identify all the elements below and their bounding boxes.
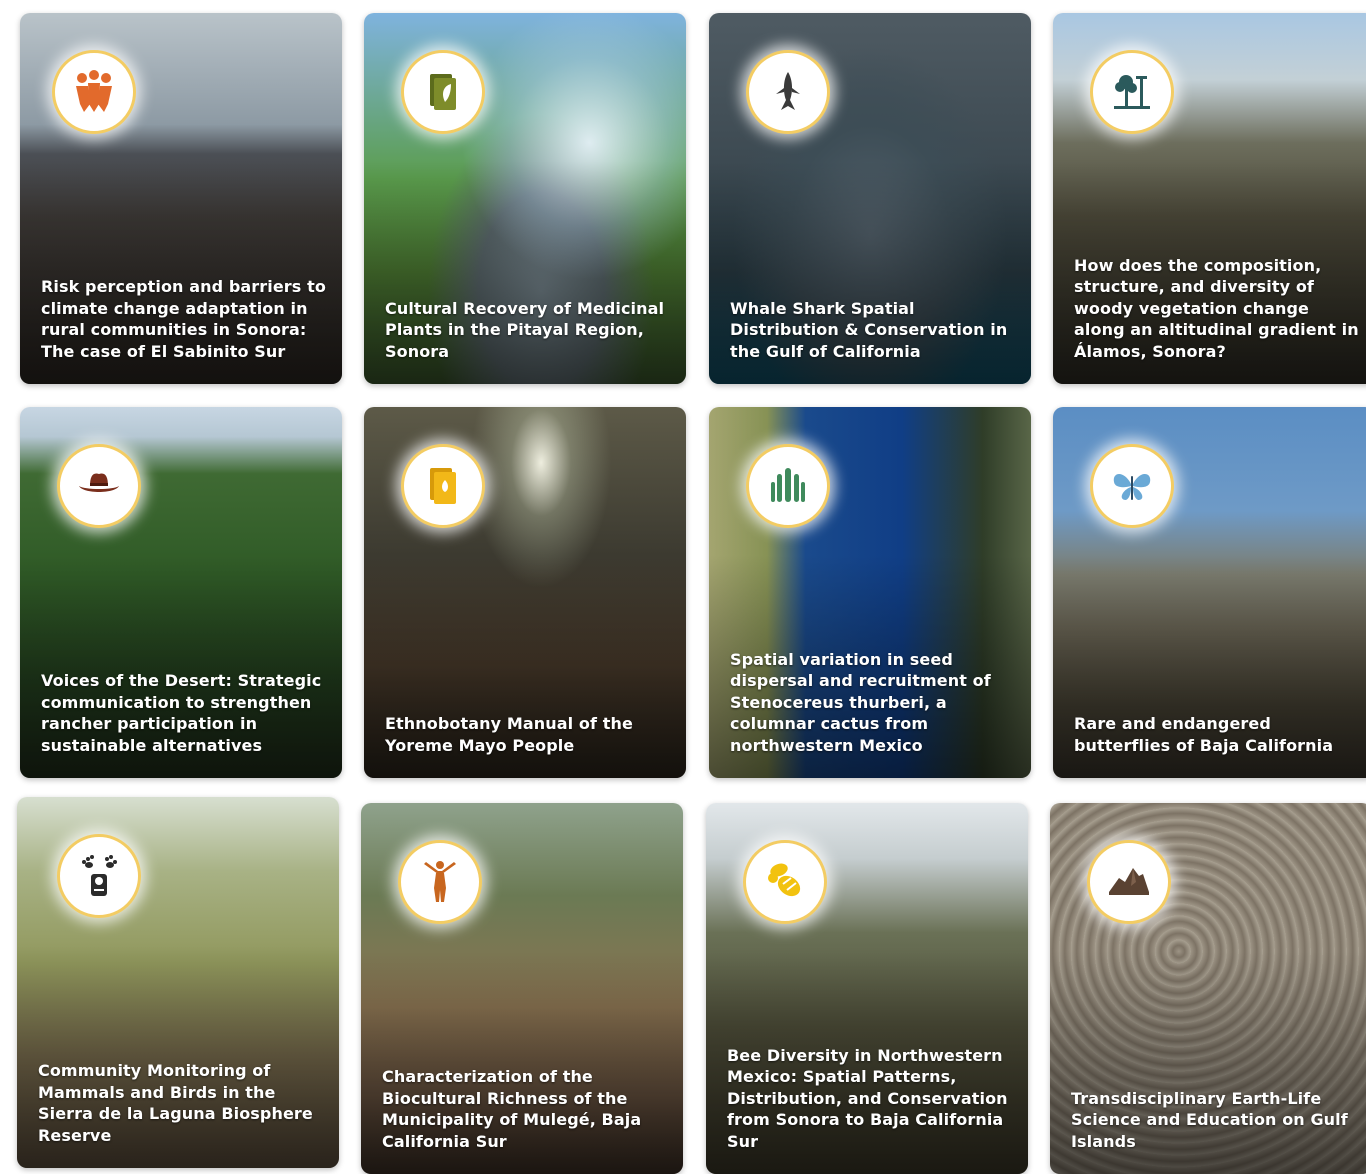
bee-icon	[743, 840, 827, 924]
island-rock-icon	[1087, 840, 1171, 924]
project-card[interactable]: Community Monitoring of Mammals and Bird…	[17, 797, 339, 1168]
tree-gradient-icon	[1090, 50, 1174, 134]
project-card[interactable]: Cultural Recovery of Medicinal Plants in…	[364, 13, 686, 384]
project-card[interactable]: Rare and endangered butterflies of Baja …	[1053, 407, 1366, 778]
card-title: Transdisciplinary Earth-Life Science and…	[1071, 1088, 1348, 1151]
card-title: Community Monitoring of Mammals and Bird…	[38, 1061, 313, 1145]
cowboy-hat-icon	[57, 444, 141, 528]
card-title: Cultural Recovery of Medicinal Plants in…	[385, 298, 665, 361]
project-card[interactable]: How does the composition, structure, and…	[1053, 13, 1366, 384]
cactus-icon	[746, 444, 830, 528]
project-card[interactable]: Risk perception and barriers to climate …	[20, 13, 342, 384]
plant-book-icon	[401, 50, 485, 134]
butterfly-icon	[1090, 444, 1174, 528]
project-card[interactable]: Bee Diversity in Northwestern Mexico: Sp…	[706, 803, 1028, 1174]
card-title: Voices of the Desert: Strategic communic…	[41, 671, 322, 755]
card-title: Bee Diversity in Northwestern Mexico: Sp…	[727, 1045, 1008, 1151]
card-title: Risk perception and barriers to climate …	[41, 277, 326, 361]
project-card[interactable]: Characterization of the Biocultural Rich…	[361, 803, 683, 1174]
project-card[interactable]: Spatial variation in seed dispersal and …	[709, 407, 1031, 778]
card-title: Ethnobotany Manual of the Yoreme Mayo Pe…	[385, 714, 633, 755]
project-card[interactable]: Ethnobotany Manual of the Yoreme Mayo Pe…	[364, 407, 686, 778]
card-title: How does the composition, structure, and…	[1074, 255, 1359, 361]
manual-book-icon	[401, 444, 485, 528]
card-title: Rare and endangered butterflies of Baja …	[1074, 714, 1334, 755]
community-people-icon	[52, 50, 136, 134]
whale-shark-icon	[746, 50, 830, 134]
card-title: Spatial variation in seed dispersal and …	[730, 649, 991, 755]
project-card[interactable]: Voices of the Desert: Strategic communic…	[20, 407, 342, 778]
project-card[interactable]: Whale Shark Spatial Distribution & Conse…	[709, 13, 1031, 384]
project-card[interactable]: Transdisciplinary Earth-Life Science and…	[1050, 803, 1366, 1174]
paw-camera-trap-icon	[57, 834, 141, 918]
card-title: Whale Shark Spatial Distribution & Conse…	[730, 298, 1008, 361]
dancer-icon	[398, 840, 482, 924]
card-title: Characterization of the Biocultural Rich…	[382, 1067, 642, 1151]
